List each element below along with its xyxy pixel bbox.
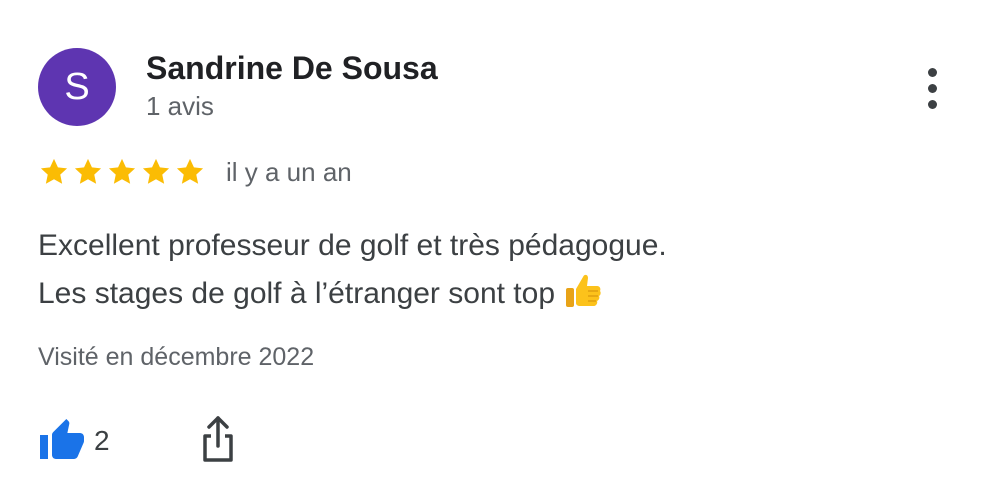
review-text: Excellent professeur de golf et très péd… [38,222,938,318]
review-text-line-with-emoji: Les stages de golf à l’étranger sont top [38,270,938,318]
more-options-button[interactable] [912,62,952,114]
review-text-line: Les stages de golf à l’étranger sont top [38,277,556,310]
star-rating [38,156,206,188]
thumbs-up-emoji-icon [566,274,601,307]
avatar-initial: S [64,65,90,108]
star-icon [74,158,102,184]
star-icon [108,158,136,184]
review-text-line: Excellent professeur de golf et très péd… [38,229,667,262]
review-card: S Sandrine De Sousa 1 avis il y a un an … [0,0,1000,500]
thumbs-up-icon [40,419,84,459]
like-count: 2 [94,425,110,456]
share-button[interactable] [194,414,242,466]
author-name[interactable]: Sandrine De Sousa [146,50,438,87]
star-icon [40,158,68,184]
share-icon [203,416,233,462]
avatar[interactable]: S [38,48,116,126]
like-button[interactable]: 2 [38,416,110,466]
rating-row: il y a un an [38,152,352,192]
more-vertical-icon-dot [927,99,937,109]
visited-date: Visité en décembre 2022 [38,343,315,371]
more-vertical-icon-dot [927,83,937,93]
star-icon [176,158,204,184]
review-date: il y a un an [226,156,352,187]
star-icon [142,158,170,184]
author-review-count: 1 avis [146,91,214,121]
more-vertical-icon [927,67,937,77]
